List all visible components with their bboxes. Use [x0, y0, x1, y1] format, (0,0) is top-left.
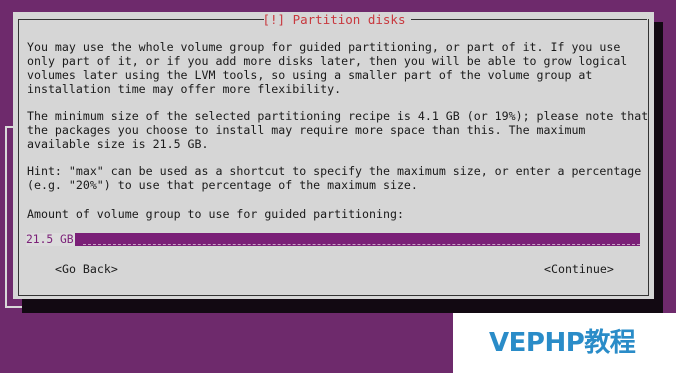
- size-info-paragraph: The minimum size of the selected partiti…: [27, 109, 649, 151]
- dialog-frame-top-right: [411, 19, 647, 20]
- go-back-button[interactable]: <Go Back>: [55, 262, 118, 276]
- amount-prompt: Amount of volume group to use for guided…: [27, 207, 404, 221]
- partition-disks-dialog: [!] Partition disks You may use the whol…: [13, 12, 654, 299]
- dialog-frame-top-left: [18, 19, 264, 20]
- input-fill-line: [83, 244, 640, 245]
- hint-paragraph: Hint: "max" can be used as a shortcut to…: [27, 164, 642, 192]
- dialog-shadow: [22, 299, 663, 313]
- watermark: VEPHP教程: [453, 313, 676, 373]
- intro-paragraph: You may use the whole volume group for g…: [27, 40, 628, 96]
- watermark-text: VEPHP教程: [489, 328, 636, 358]
- dialog-shadow-right: [654, 22, 663, 300]
- dialog-title: [!] Partition disks: [262, 12, 406, 27]
- continue-button[interactable]: <Continue>: [544, 262, 614, 276]
- volume-amount-value: 21.5 GB: [26, 233, 75, 246]
- volume-amount-input[interactable]: 21.5 GB: [26, 233, 640, 246]
